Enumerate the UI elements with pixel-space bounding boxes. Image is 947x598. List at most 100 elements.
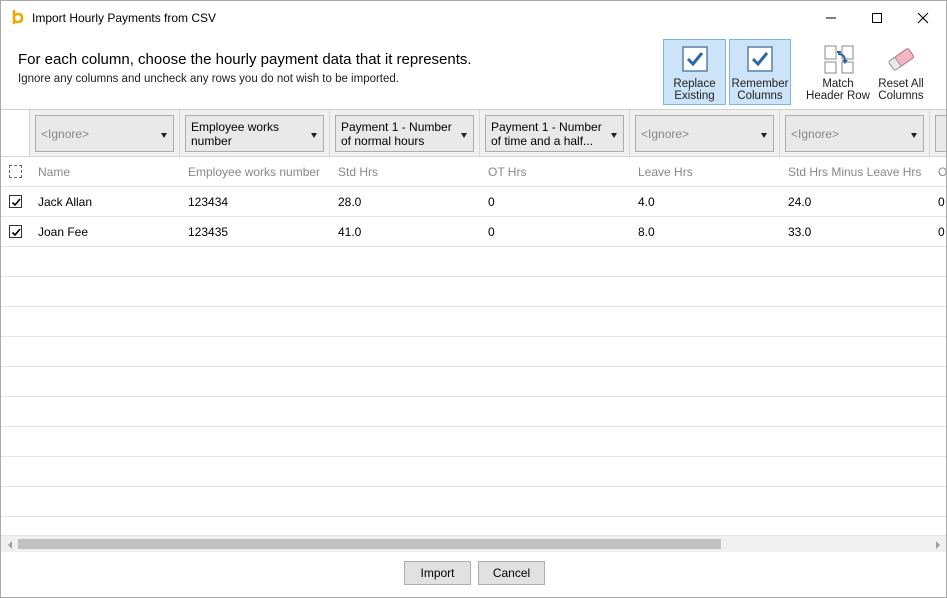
data-grid: Name Employee works number Std Hrs OT Hr… xyxy=(1,157,946,537)
minimize-icon xyxy=(826,17,836,18)
column-header: Std Hrs xyxy=(338,165,379,179)
close-button[interactable] xyxy=(900,1,946,34)
scrollbar-thumb[interactable] xyxy=(18,539,721,549)
column-mapping-select[interactable] xyxy=(935,115,946,152)
mapping-select-text: <Ignore> xyxy=(641,127,690,141)
table-cell: 33.0 xyxy=(788,225,812,239)
match-header-label-2: Header Row xyxy=(806,90,870,102)
checkbox-checked-icon xyxy=(680,44,710,74)
table-cell: 0 xyxy=(938,225,945,239)
mapping-select-text: <Ignore> xyxy=(791,127,840,141)
scroll-left-icon xyxy=(7,540,12,549)
match-header-row-button[interactable]: Match Header Row xyxy=(804,39,872,105)
instructions-header: For each column, choose the hourly payme… xyxy=(1,34,946,109)
dropdown-arrow-icon xyxy=(611,133,617,138)
column-mapping-select[interactable]: Employee works number xyxy=(185,115,324,152)
column-header: Std Hrs Minus Leave Hrs xyxy=(788,165,922,179)
column-mapping-row: <Ignore> Employee works number Payment 1… xyxy=(1,110,946,157)
row-gutter xyxy=(1,157,30,187)
table-header-row: Name Employee works number Std Hrs OT Hr… xyxy=(1,157,946,187)
mapping-cell: <Ignore> xyxy=(780,110,930,156)
replace-existing-label-2: Existing xyxy=(674,90,715,102)
bp-logo-icon xyxy=(11,9,25,26)
table-cell: 28.0 xyxy=(338,195,362,209)
row-gutter xyxy=(1,217,30,247)
empty-row xyxy=(1,367,946,397)
table-cell: 4.0 xyxy=(638,195,655,209)
scroll-right-icon xyxy=(935,540,940,549)
window-title: Import Hourly Payments from CSV xyxy=(32,11,217,25)
checkbox-checked-icon xyxy=(745,44,775,74)
scroll-left-button[interactable] xyxy=(1,536,18,553)
empty-row xyxy=(1,307,946,337)
title-bar[interactable]: Import Hourly Payments from CSV xyxy=(1,1,946,34)
mapping-select-text: of normal hours xyxy=(341,134,425,148)
table-cell: 41.0 xyxy=(338,225,362,239)
mapping-select-text: of time and a half... xyxy=(491,134,594,148)
empty-row xyxy=(1,397,946,427)
cancel-button[interactable]: Cancel xyxy=(478,561,545,585)
column-mapping-select[interactable]: <Ignore> xyxy=(785,115,924,152)
reset-all-columns-button[interactable]: Reset All Columns xyxy=(875,39,927,105)
dropdown-arrow-icon xyxy=(311,133,317,138)
mapping-select-text: number xyxy=(191,134,232,148)
row-checkbox[interactable] xyxy=(9,225,22,238)
horizontal-scrollbar[interactable] xyxy=(1,535,946,552)
mapping-cell: Payment 1 - Number of normal hours xyxy=(330,110,480,156)
dropdown-arrow-icon xyxy=(761,133,767,138)
reset-all-label-1: Reset All xyxy=(878,78,924,90)
empty-row xyxy=(1,247,946,277)
match-columns-icon xyxy=(823,44,854,74)
empty-row xyxy=(1,457,946,487)
replace-existing-label-1: Replace xyxy=(673,78,716,90)
column-mapping-select[interactable]: <Ignore> xyxy=(635,115,774,152)
subline-text: Ignore any columns and uncheck any rows … xyxy=(18,73,399,85)
replace-existing-button[interactable]: Replace Existing xyxy=(663,39,726,105)
mapping-gutter xyxy=(1,110,30,156)
mapping-cell: <Ignore> xyxy=(30,110,180,156)
empty-row xyxy=(1,337,946,367)
column-mapping-select[interactable]: <Ignore> xyxy=(35,115,174,152)
table-cell: 123434 xyxy=(188,195,229,209)
table-cell: 0 xyxy=(488,195,495,209)
row-checkbox[interactable] xyxy=(9,195,22,208)
scroll-right-button[interactable] xyxy=(929,536,946,553)
dropdown-arrow-icon xyxy=(161,133,167,138)
select-all-checkbox[interactable] xyxy=(9,165,22,178)
table-cell: 8.0 xyxy=(638,225,655,239)
empty-row xyxy=(1,487,946,517)
table-row: Joan Fee 123435 41.0 0 8.0 33.0 0 xyxy=(1,217,946,247)
minimize-button[interactable] xyxy=(808,1,854,34)
close-icon xyxy=(917,12,929,23)
column-header: Name xyxy=(38,165,71,179)
remember-columns-label-2: Columns xyxy=(737,90,783,102)
table-cell: 123435 xyxy=(188,225,229,239)
import-button[interactable]: Import xyxy=(404,561,471,585)
table-row: Jack Allan 123434 28.0 0 4.0 24.0 0 xyxy=(1,187,946,217)
column-header: OT Hrs xyxy=(488,165,527,179)
mapping-cell: Employee works number xyxy=(180,110,330,156)
table-cell: Jack Allan xyxy=(38,195,93,209)
mapping-cell: <Ignore> xyxy=(630,110,780,156)
remember-columns-label-1: Remember xyxy=(731,78,789,90)
maximize-button[interactable] xyxy=(854,1,900,34)
mapping-cell xyxy=(930,110,946,156)
column-mapping-select[interactable]: Payment 1 - Number of time and a half... xyxy=(485,115,624,152)
mapping-select-text: Employee works xyxy=(191,120,280,134)
reset-all-label-2: Columns xyxy=(878,90,924,102)
remember-columns-button[interactable]: Remember Columns xyxy=(729,39,791,105)
import-dialog: Import Hourly Payments from CSV For each… xyxy=(0,0,947,598)
table-cell: Joan Fee xyxy=(38,225,89,239)
empty-row xyxy=(1,427,946,457)
column-mapping-select[interactable]: Payment 1 - Number of normal hours xyxy=(335,115,474,152)
eraser-icon xyxy=(886,44,916,74)
dialog-footer: Import Cancel xyxy=(1,552,946,597)
column-header: Leave Hrs xyxy=(638,165,693,179)
table-cell: 0 xyxy=(938,195,945,209)
maximize-icon xyxy=(872,12,882,23)
table-cell: 0 xyxy=(488,225,495,239)
mapping-select-text: <Ignore> xyxy=(41,127,90,141)
table-cell: 24.0 xyxy=(788,195,812,209)
dropdown-arrow-icon xyxy=(911,133,917,138)
empty-row xyxy=(1,277,946,307)
